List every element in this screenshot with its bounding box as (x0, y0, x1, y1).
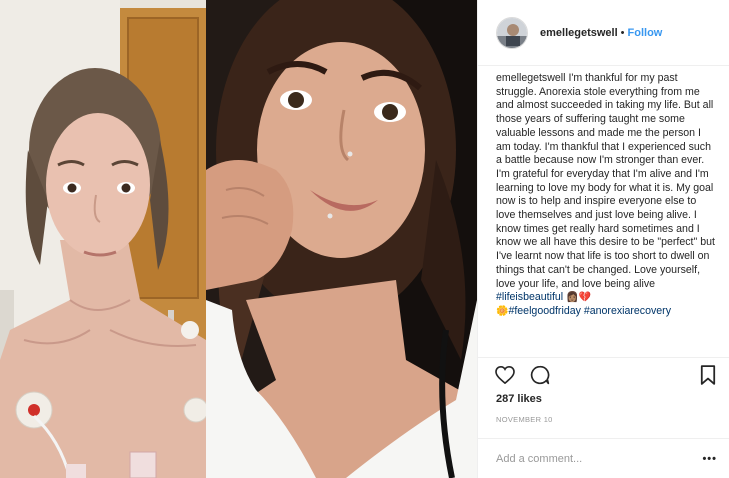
bookmark-icon[interactable] (697, 364, 719, 386)
hashtag-feelgoodfriday[interactable]: #feelgoodfriday (508, 305, 580, 317)
likes-count[interactable]: 287 likes (478, 393, 729, 405)
avatar-image (497, 17, 527, 48)
comment-input[interactable] (496, 452, 703, 465)
speech-bubble-icon[interactable] (529, 364, 551, 386)
more-options-icon[interactable]: ••• (702, 453, 717, 465)
caption-text: I'm thankful for my past struggle. Anore… (496, 72, 715, 290)
before-photo-illustration (0, 0, 206, 478)
after-photo (206, 0, 477, 478)
post-header: emellegetswell • Follow (478, 0, 729, 66)
follow-button[interactable]: Follow (628, 27, 663, 39)
emoji-woman-broken-heart: 👩🏽💔 (566, 292, 591, 304)
comment-bar: ••• (478, 438, 729, 478)
hashtag-lifeisbeautiful[interactable]: #lifeisbeautiful (496, 291, 563, 303)
caption: emellegetswell I'm thankful for my past … (478, 66, 729, 357)
emoji-flower: 🌼 (496, 305, 509, 317)
heart-icon-glyph (495, 365, 515, 384)
hashtag-anorexiarecovery[interactable]: #anorexiarecovery (584, 305, 671, 317)
post-image[interactable] (0, 0, 477, 478)
avatar[interactable] (496, 16, 528, 49)
speech-bubble-icon-glyph (530, 365, 550, 384)
post-side-panel: emellegetswell • Follow emellegetswell I… (477, 0, 729, 478)
before-photo (0, 0, 206, 478)
instagram-post: emellegetswell • Follow emellegetswell I… (0, 0, 729, 478)
username-link[interactable]: emellegetswell (540, 27, 618, 39)
caption-username[interactable]: emellegetswell (496, 72, 565, 84)
after-photo-illustration (206, 0, 477, 478)
action-bar (478, 357, 729, 391)
post-date[interactable]: NOVEMBER 10 (478, 415, 729, 424)
separator-dot: • (620, 26, 625, 39)
bookmark-icon-glyph (700, 364, 716, 385)
heart-icon[interactable] (494, 364, 516, 386)
